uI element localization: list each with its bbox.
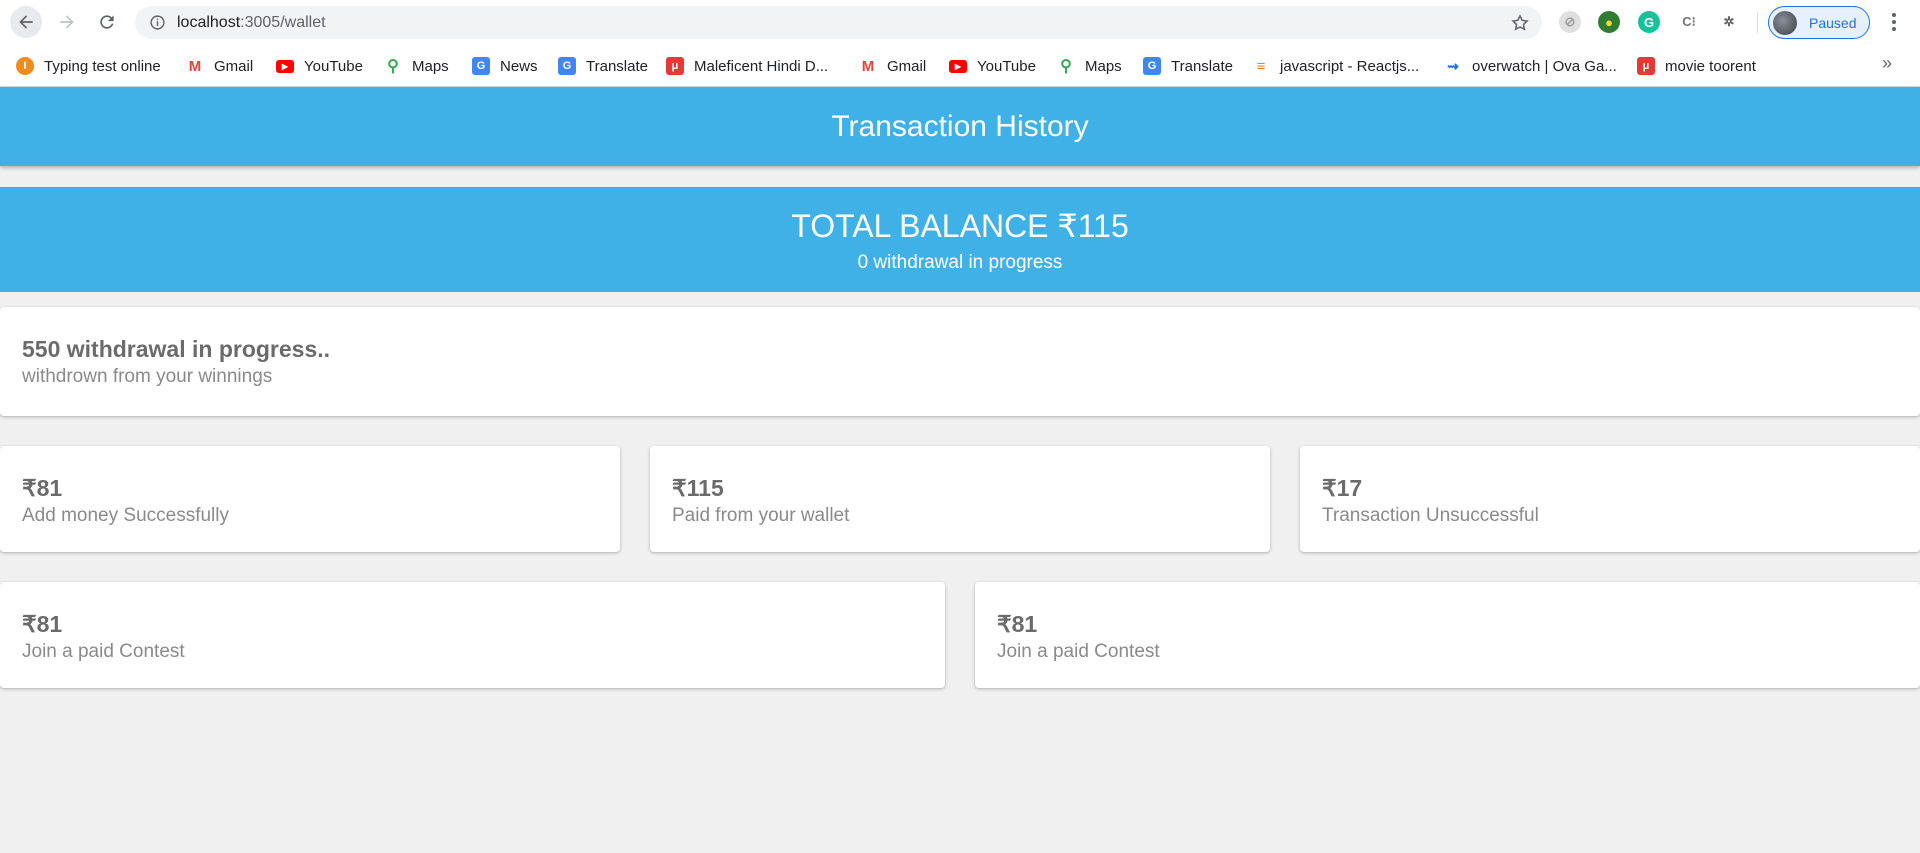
bookmark-item[interactable]: ▶ YouTube bbox=[949, 54, 1036, 78]
transaction-desc: Transaction Unsuccessful bbox=[1322, 505, 1539, 526]
translate-icon: G bbox=[558, 57, 576, 75]
app-header: Transaction History bbox=[0, 87, 1920, 166]
grammarly-icon[interactable]: G bbox=[1638, 11, 1660, 33]
browser-toolbar: localhost:3005/wallet ⊘ ● G C⁝ ✲ Paused bbox=[0, 0, 1920, 45]
withdrawal-desc: withdrown from your winnings bbox=[22, 366, 273, 387]
bookmark-item[interactable]: G Translate bbox=[1143, 54, 1233, 78]
stackoverflow-icon: ≡ bbox=[1252, 57, 1270, 75]
bookmark-item[interactable]: ▶ YouTube bbox=[276, 54, 363, 78]
transaction-desc: Add money Successfully bbox=[22, 505, 229, 526]
back-arrow-icon bbox=[19, 15, 33, 29]
maps-icon: ⚲ bbox=[384, 57, 402, 75]
transaction-amount: ₹81 bbox=[997, 611, 1038, 637]
bookmark-star-icon[interactable] bbox=[1510, 13, 1530, 33]
pending-withdrawal: 0 withdrawal in progress bbox=[857, 252, 1063, 273]
bookmark-item[interactable]: ⇝ overwatch | Ova Ga... bbox=[1444, 54, 1617, 78]
extension-compass-icon[interactable]: ⊘ bbox=[1559, 11, 1581, 33]
bookmark-item[interactable]: ⚲ Maps bbox=[1057, 54, 1122, 78]
transaction-amount: ₹81 bbox=[22, 475, 63, 501]
transaction-amount: ₹81 bbox=[22, 611, 63, 637]
bookmark-item[interactable]: G Translate bbox=[558, 54, 648, 78]
info-icon[interactable] bbox=[149, 14, 166, 31]
bookmark-item[interactable]: M Gmail bbox=[859, 54, 926, 78]
wallet-page: Transaction History TOTAL BALANCE ₹115 0… bbox=[0, 87, 1920, 853]
transaction-card: ₹81 Join a paid Contest bbox=[0, 582, 945, 688]
profile-button[interactable]: Paused bbox=[1768, 6, 1870, 39]
transaction-card: ₹115 Paid from your wallet bbox=[650, 446, 1270, 552]
transaction-amount: ₹115 bbox=[672, 475, 724, 501]
transaction-desc: Paid from your wallet bbox=[672, 505, 850, 526]
translate-icon: G bbox=[1143, 57, 1161, 75]
bookmark-item[interactable]: μ Maleficent Hindi D... bbox=[666, 54, 828, 78]
extension-globe-icon[interactable]: ● bbox=[1598, 11, 1620, 33]
news-icon: G bbox=[472, 57, 490, 75]
bookmark-item[interactable]: ⚲ Maps bbox=[384, 54, 449, 78]
toolbar-divider bbox=[1757, 12, 1758, 33]
torrent-icon: μ bbox=[1637, 57, 1655, 75]
bookmark-item[interactable]: M Gmail bbox=[186, 54, 253, 78]
withdrawal-amount: 550 withdrawal in progress.. bbox=[22, 336, 331, 362]
forward-arrow-icon bbox=[60, 15, 74, 29]
avatar bbox=[1773, 11, 1797, 35]
bookmark-item[interactable]: G News bbox=[472, 54, 538, 78]
transaction-card: ₹81 Add money Successfully bbox=[0, 446, 620, 552]
torrent-icon: μ bbox=[666, 57, 684, 75]
back-button[interactable] bbox=[10, 6, 42, 38]
url-text: localhost:3005/wallet bbox=[177, 14, 326, 31]
ova-icon: ⇝ bbox=[1444, 57, 1462, 75]
typing-icon: I bbox=[16, 57, 34, 75]
gmail-icon: M bbox=[186, 57, 204, 75]
total-balance: TOTAL BALANCE ₹115 bbox=[791, 208, 1129, 244]
transaction-card: ₹81 Join a paid Contest bbox=[975, 582, 1920, 688]
forward-button[interactable] bbox=[51, 6, 83, 38]
bookmark-item[interactable]: μ movie toorent bbox=[1637, 54, 1756, 78]
address-bar[interactable]: localhost:3005/wallet bbox=[135, 6, 1542, 39]
transaction-amount: ₹17 bbox=[1322, 475, 1363, 501]
transaction-desc: Join a paid Contest bbox=[997, 641, 1160, 662]
maps-icon: ⚲ bbox=[1057, 57, 1075, 75]
page-title: Transaction History bbox=[831, 109, 1089, 143]
balance-banner: TOTAL BALANCE ₹115 0 withdrawal in progr… bbox=[0, 187, 1920, 292]
bookmark-item[interactable]: ≡ javascript - Reactjs... bbox=[1252, 54, 1419, 78]
bookmarks-overflow-button[interactable]: » bbox=[1882, 53, 1892, 74]
reload-icon bbox=[100, 15, 114, 29]
youtube-icon: ▶ bbox=[276, 59, 294, 73]
youtube-icon: ▶ bbox=[949, 59, 967, 73]
extension-bug-icon[interactable]: ✲ bbox=[1718, 11, 1740, 33]
bookmarks-bar: I Typing test online M Gmail ▶ YouTube ⚲ Map… bbox=[0, 45, 1920, 87]
profile-status: Paused bbox=[1809, 15, 1857, 31]
menu-dots-icon[interactable] bbox=[1882, 10, 1906, 34]
reload-button[interactable] bbox=[91, 6, 123, 38]
extension-c-icon[interactable]: C⁝ bbox=[1678, 11, 1700, 33]
transaction-card: ₹17 Transaction Unsuccessful bbox=[1300, 446, 1920, 552]
bookmark-item[interactable]: I Typing test online bbox=[16, 54, 161, 78]
gmail-icon: M bbox=[859, 57, 877, 75]
withdrawal-card: 550 withdrawal in progress.. withdrown f… bbox=[0, 307, 1920, 416]
transaction-desc: Join a paid Contest bbox=[22, 641, 185, 662]
